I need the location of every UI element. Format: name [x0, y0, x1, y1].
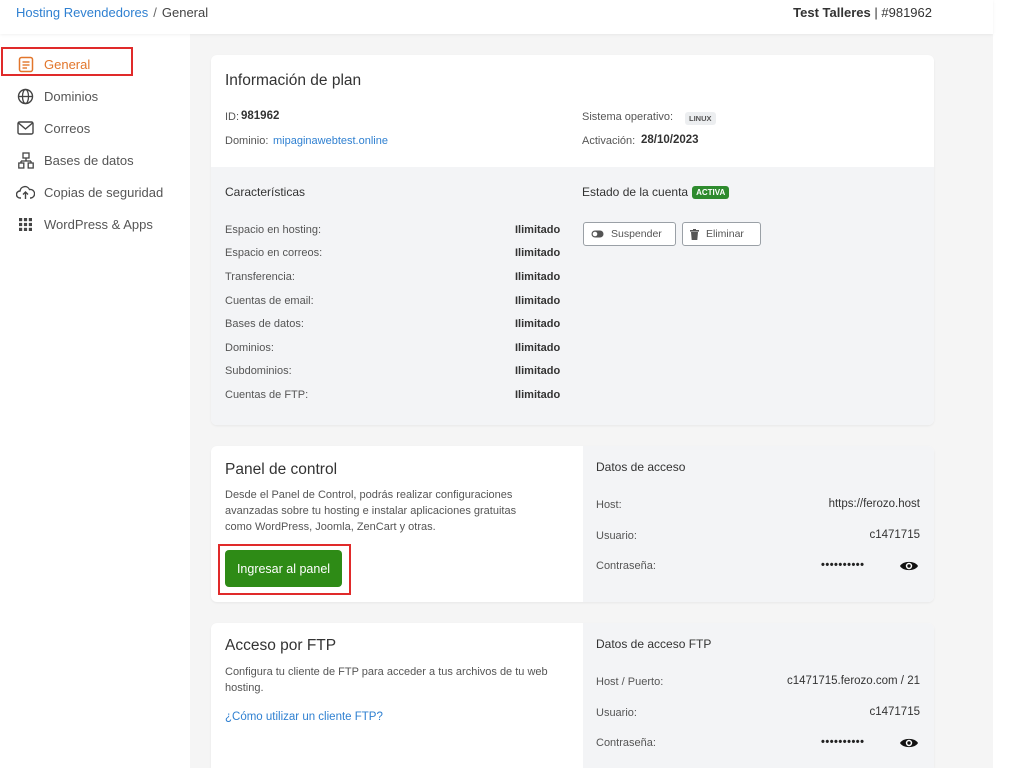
ftp-user-label: Usuario: [596, 707, 637, 719]
account-name: Test Talleres [793, 5, 871, 20]
sidebar-item-label: Dominios [44, 88, 99, 104]
envelope-icon [16, 119, 35, 138]
show-ftp-password-eye-icon[interactable] [899, 736, 919, 750]
trash-icon [690, 228, 699, 240]
activation-label: Activación: [582, 135, 636, 147]
user-value: c1471715 [869, 529, 920, 541]
plan-title: Información de plan [225, 72, 362, 89]
password-value: •••••••••• [821, 559, 865, 571]
ftp-password-value: •••••••••• [821, 736, 865, 748]
os-badge: LINUX [685, 112, 716, 125]
feature-value: Ilimitado [515, 271, 561, 283]
suspend-button[interactable]: Suspender [583, 222, 676, 246]
feature-label: Subdominios: [225, 365, 292, 377]
account-info[interactable]: Test Talleres | #981962 [793, 5, 932, 20]
highlight-box-enter-panel [218, 544, 351, 595]
plan-info-card: Información de plan ID: 981962 Dominio: … [211, 55, 934, 425]
ftp-host-label: Host / Puerto: [596, 676, 664, 688]
plan-domain-label: Dominio: [225, 135, 269, 147]
account-status: Estado de la cuenta ACTIVA [582, 185, 730, 199]
breadcrumb: Hosting Revendedores / General [16, 5, 208, 20]
sidebar-item-label: Bases de datos [44, 152, 134, 168]
feature-value: Ilimitado [515, 224, 561, 236]
show-password-eye-icon[interactable] [899, 559, 919, 573]
ftp-host-value: c1471715.ferozo.com / 21 [787, 675, 920, 687]
ftp-user-value: c1471715 [869, 706, 920, 718]
sidebar [0, 34, 190, 768]
ftp-title: Acceso por FTP [225, 637, 337, 654]
top-bar: Hosting Revendedores / General Test Taller… [0, 0, 993, 34]
plan-domain-link[interactable]: mipaginawebtest.online [273, 135, 388, 147]
cloud-upload-icon [16, 183, 35, 202]
activation-value: 28/10/2023 [641, 134, 699, 146]
feature-value: Ilimitado [515, 247, 561, 259]
delete-button[interactable]: Eliminar [682, 222, 761, 246]
breadcrumb-current: General [161, 5, 209, 20]
host-link[interactable]: https://ferozo.host [829, 498, 920, 510]
highlight-box-general [1, 47, 133, 76]
feature-label: Dominios: [225, 342, 274, 354]
ftp-description: Configura tu cliente de FTP para acceder… [225, 666, 548, 694]
globe-icon [16, 87, 35, 106]
feature-label: Bases de datos: [225, 318, 304, 330]
control-panel-title: Panel de control [225, 461, 338, 478]
feature-label: Espacio en hosting: [225, 224, 322, 236]
feature-value: Ilimitado [515, 318, 561, 330]
host-label: Host: [596, 499, 622, 511]
user-label: Usuario: [596, 530, 637, 542]
feature-value: Ilimitado [515, 365, 561, 377]
feature-value: Ilimitado [515, 295, 561, 307]
account-status-label: Estado de la cuenta [582, 185, 689, 199]
sidebar-item-label: WordPress & Apps [44, 216, 153, 232]
feature-value: Ilimitado [515, 389, 561, 401]
toggle-icon [591, 230, 604, 238]
ftp-password-label: Contraseña: [596, 737, 656, 749]
control-panel-description: Desde el Panel de Control, podrás realiz… [225, 489, 517, 533]
sidebar-item-copias-de-seguridad[interactable]: Copias de seguridad [16, 181, 163, 203]
access-data-title: Datos de acceso [596, 460, 686, 474]
plan-id-label: ID: [225, 111, 240, 123]
feature-label: Transferencia: [225, 271, 295, 283]
sidebar-item-label: Copias de seguridad [44, 184, 164, 200]
plan-details-area [211, 167, 934, 425]
ftp-access-title: Datos de acceso FTP [596, 637, 712, 651]
breadcrumb-parent-link[interactable]: Hosting Revendedores [16, 5, 148, 20]
suspend-button-label: Suspender [611, 228, 662, 240]
account-separator: | [874, 5, 878, 20]
delete-button-label: Eliminar [706, 228, 744, 240]
sidebar-item-wordpress-apps[interactable]: WordPress & Apps [16, 213, 153, 235]
status-badge: ACTIVA [692, 186, 730, 199]
password-label: Contraseña: [596, 560, 656, 572]
os-label: Sistema operativo: [582, 111, 674, 123]
plan-id-value: 981962 [241, 110, 280, 122]
right-margin [993, 0, 1024, 768]
grid-icon [16, 215, 35, 234]
feature-label: Cuentas de email: [225, 295, 314, 307]
account-id: #981962 [881, 5, 932, 20]
feature-value: Ilimitado [515, 342, 561, 354]
features-title: Características [225, 185, 306, 199]
sidebar-item-bases-de-datos[interactable]: Bases de datos [16, 149, 134, 171]
database-network-icon [16, 151, 35, 170]
breadcrumb-separator: / [153, 5, 157, 20]
ftp-card: Acceso por FTP Configura tu cliente de F… [211, 623, 934, 768]
sidebar-item-label: Correos [44, 120, 91, 136]
ftp-help-link[interactable]: ¿Cómo utilizar un cliente FTP? [225, 711, 383, 723]
sidebar-item-dominios[interactable]: Dominios [16, 85, 98, 107]
sidebar-item-correos[interactable]: Correos [16, 117, 90, 139]
feature-label: Espacio en correos: [225, 247, 323, 259]
feature-label: Cuentas de FTP: [225, 389, 309, 401]
